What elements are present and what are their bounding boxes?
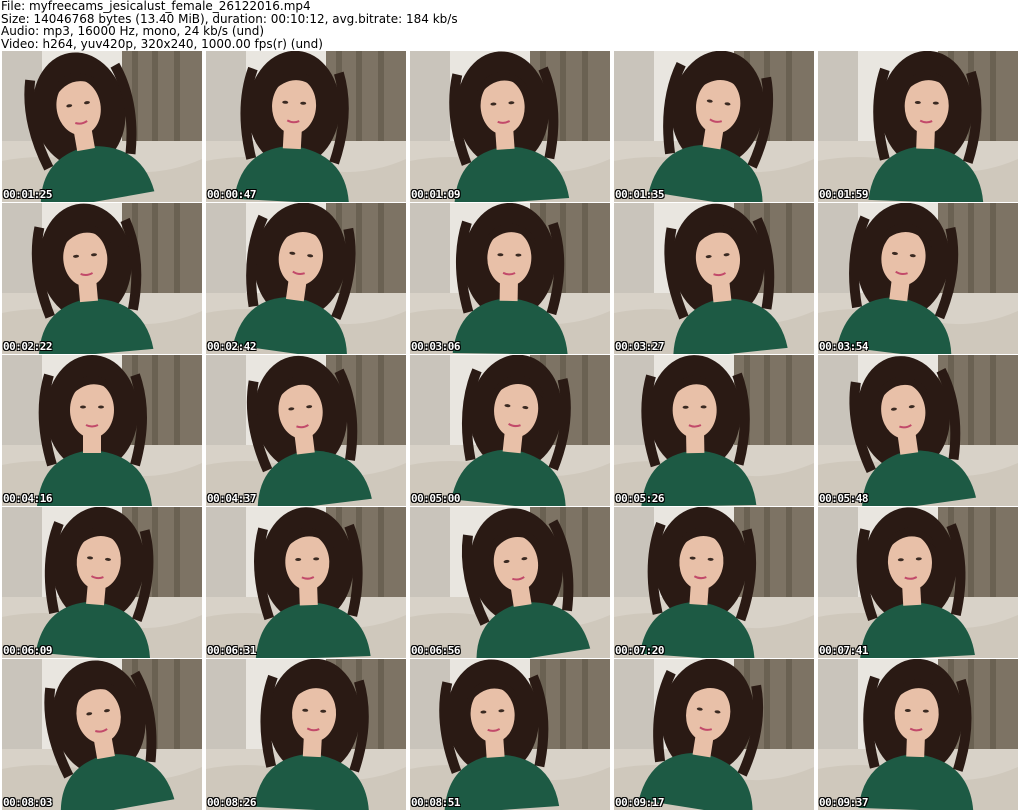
frame-image <box>818 355 1018 506</box>
video-thumbnail: 00:06:56 <box>410 507 610 658</box>
frame-image <box>410 659 610 810</box>
frame-image <box>2 659 202 810</box>
video-thumbnail: 00:08:26 <box>206 659 406 810</box>
thumbnail-timestamp: 00:01:35 <box>615 188 664 201</box>
thumbnail-timestamp: 00:01:59 <box>819 188 868 201</box>
frame-image <box>614 203 814 354</box>
frame-image <box>614 659 814 810</box>
frame-image <box>206 355 406 506</box>
video-thumbnail: 00:05:00 <box>410 355 610 506</box>
thumbnail-timestamp: 00:08:51 <box>411 796 460 809</box>
video-thumbnail: 00:01:59 <box>818 51 1018 202</box>
video-thumbnail: 00:01:35 <box>614 51 814 202</box>
thumbnail-grid: 00:01:25 00:00:47 00:01:09 00:01:35 00:01:59… <box>2 51 1022 810</box>
video-thumbnail: 00:00:47 <box>206 51 406 202</box>
video-thumbnail: 00:07:20 <box>614 507 814 658</box>
video-thumbnail: 00:04:37 <box>206 355 406 506</box>
thumbnail-timestamp: 00:06:31 <box>207 644 256 657</box>
thumbnail-timestamp: 00:03:27 <box>615 340 664 353</box>
frame-image <box>2 355 202 506</box>
thumbnail-timestamp: 00:08:26 <box>207 796 256 809</box>
frame-image <box>206 203 406 354</box>
frame-image <box>410 507 610 658</box>
thumbnail-timestamp: 00:09:37 <box>819 796 868 809</box>
thumbnail-timestamp: 00:06:09 <box>3 644 52 657</box>
video-thumbnail: 00:06:09 <box>2 507 202 658</box>
frame-image <box>2 507 202 658</box>
thumbnail-timestamp: 00:01:25 <box>3 188 52 201</box>
frame-image <box>614 507 814 658</box>
video-thumbnail: 00:02:22 <box>2 203 202 354</box>
video-thumbnail: 00:08:51 <box>410 659 610 810</box>
thumbnail-timestamp: 00:05:26 <box>615 492 664 505</box>
video-thumbnail: 00:07:41 <box>818 507 1018 658</box>
thumbnail-timestamp: 00:02:42 <box>207 340 256 353</box>
thumbnail-timestamp: 00:03:06 <box>411 340 460 353</box>
frame-image <box>614 51 814 202</box>
frame-image <box>206 659 406 810</box>
audio-info: Audio: mp3, 16000 Hz, mono, 24 kb/s (und… <box>1 24 265 38</box>
thumbnail-timestamp: 00:05:48 <box>819 492 868 505</box>
frame-image <box>410 355 610 506</box>
frame-image <box>818 51 1018 202</box>
video-thumbnail: 00:05:48 <box>818 355 1018 506</box>
thumbnail-timestamp: 00:06:56 <box>411 644 460 657</box>
frame-image <box>818 507 1018 658</box>
video-thumbnail: 00:03:54 <box>818 203 1018 354</box>
video-thumbnail: 00:05:26 <box>614 355 814 506</box>
file-info: File: myfreecams_jesicalust_female_26122… <box>1 0 311 13</box>
frame-image <box>410 203 610 354</box>
info-header: File: myfreecams_jesicalust_female_26122… <box>1 0 1021 50</box>
video-info: Video: h264, yuv420p, 320x240, 1000.00 f… <box>1 36 323 51</box>
thumbnail-timestamp: 00:01:09 <box>411 188 460 201</box>
thumbnail-timestamp: 00:04:37 <box>207 492 256 505</box>
thumbnail-timestamp: 00:07:41 <box>819 644 868 657</box>
video-thumbnail: 00:03:06 <box>410 203 610 354</box>
frame-image <box>614 355 814 506</box>
thumbnail-timestamp: 00:07:20 <box>615 644 664 657</box>
thumbnail-timestamp: 00:04:16 <box>3 492 52 505</box>
video-thumbnail: 00:09:17 <box>614 659 814 810</box>
frame-image <box>206 507 406 658</box>
thumbnail-timestamp: 00:05:00 <box>411 492 460 505</box>
frame-image <box>2 51 202 202</box>
thumbnail-timestamp: 00:08:03 <box>3 796 52 809</box>
thumbnail-timestamp: 00:03:54 <box>819 340 868 353</box>
thumbnail-timestamp: 00:00:47 <box>207 188 256 201</box>
video-thumbnail: 00:01:09 <box>410 51 610 202</box>
frame-image <box>206 51 406 202</box>
video-thumbnail: 00:08:03 <box>2 659 202 810</box>
frame-image <box>2 203 202 354</box>
video-thumbnail: 00:06:31 <box>206 507 406 658</box>
thumbnail-timestamp: 00:02:22 <box>3 340 52 353</box>
frame-image <box>818 203 1018 354</box>
video-thumbnail: 00:01:25 <box>2 51 202 202</box>
thumbnail-timestamp: 00:09:17 <box>615 796 664 809</box>
video-thumbnail: 00:03:27 <box>614 203 814 354</box>
frame-image <box>410 51 610 202</box>
video-thumbnail: 00:04:16 <box>2 355 202 506</box>
frame-image <box>818 659 1018 810</box>
video-thumbnail: 00:09:37 <box>818 659 1018 810</box>
video-thumbnail: 00:02:42 <box>206 203 406 354</box>
